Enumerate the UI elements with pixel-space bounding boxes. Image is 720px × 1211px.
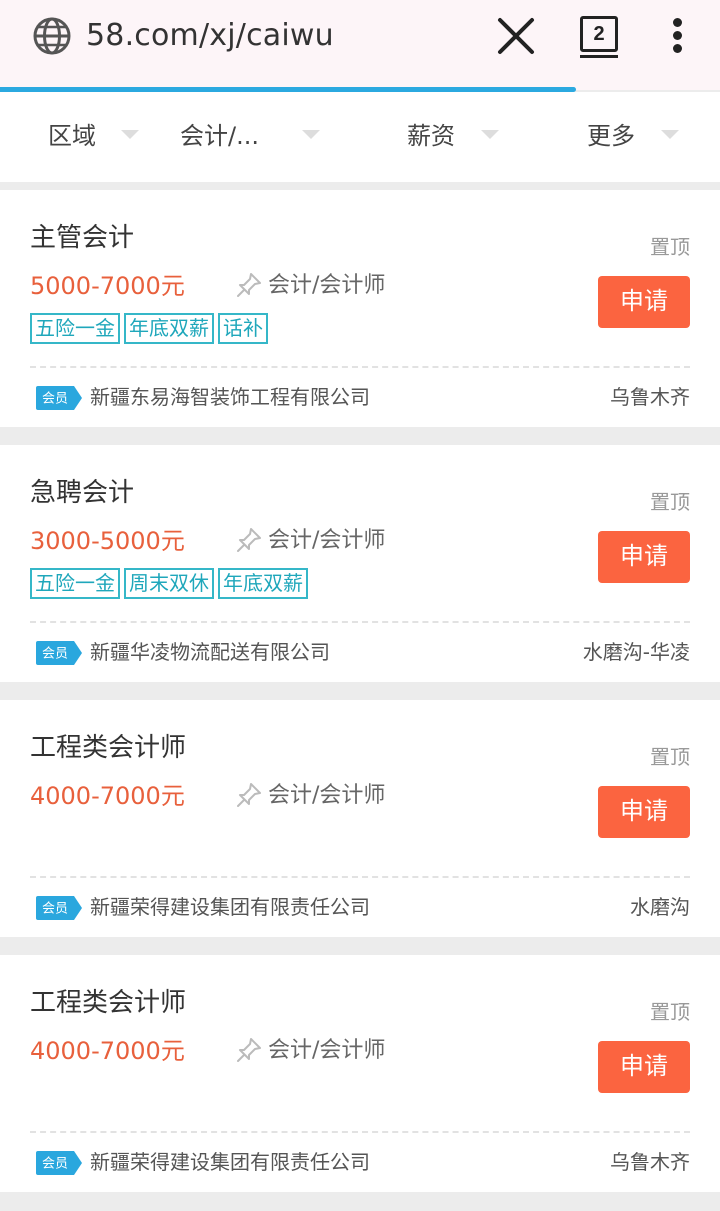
filter-region[interactable]: 区域	[48, 120, 96, 152]
company-name[interactable]: 新疆华凌物流配送有限公司	[90, 637, 330, 667]
pushpin-icon	[237, 783, 261, 807]
benefit-tag: 五险一金	[30, 313, 120, 344]
job-location: 水磨沟-华凌	[582, 640, 690, 664]
benefit-tag: 年底双薪	[124, 313, 214, 344]
job-title[interactable]: 工程类会计师	[30, 985, 186, 1021]
member-badge: 会员	[36, 641, 82, 665]
benefit-tag: 话补	[218, 313, 268, 344]
job-title[interactable]: 工程类会计师	[30, 730, 186, 766]
address-bar[interactable]: 58.com/xj/caiwu	[86, 14, 334, 58]
apply-button[interactable]: 申请	[598, 276, 690, 328]
divider	[30, 876, 690, 878]
job-card[interactable]: 急聘会计 置顶 3000-5000元 会计/会计师 申请 五险一金 周末双休 年底双…	[0, 445, 720, 682]
browser-toolbar: 58.com/xj/caiwu 2	[0, 0, 720, 92]
job-title[interactable]: 急聘会计	[30, 475, 134, 511]
filter-category[interactable]: 会计/...	[180, 120, 259, 152]
job-card[interactable]: 工程类会计师 置顶 4000-7000元 会计/会计师 申请 会员 新疆荣得建设…	[0, 700, 720, 937]
divider	[30, 621, 690, 623]
close-icon[interactable]	[496, 16, 536, 56]
pushpin-icon	[237, 1038, 261, 1062]
company-name[interactable]: 新疆荣得建设集团有限责任公司	[90, 1147, 370, 1177]
filter-salary[interactable]: 薪资	[407, 120, 455, 152]
job-salary: 5000-7000元	[30, 272, 185, 300]
job-card[interactable]: 工程类会计师 置顶 4000-7000元 会计/会计师 申请 会员 新疆荣得建设…	[0, 955, 720, 1192]
job-category: 会计/会计师	[268, 528, 386, 553]
pinned-label: 置顶	[650, 490, 690, 514]
divider	[30, 366, 690, 368]
apply-button[interactable]: 申请	[598, 531, 690, 583]
chevron-down-icon	[481, 130, 499, 139]
job-card[interactable]: 主管会计 置顶 5000-7000元 会计/会计师 申请 五险一金 年底双薪 话补 …	[0, 190, 720, 427]
pushpin-icon	[237, 273, 261, 297]
benefit-tag: 五险一金	[30, 568, 120, 599]
pushpin-icon	[237, 528, 261, 552]
member-badge-text: 会员	[42, 647, 68, 662]
divider	[30, 1131, 690, 1133]
member-badge-text: 会员	[42, 392, 68, 407]
benefit-tag: 周末双休	[124, 568, 214, 599]
filter-more[interactable]: 更多	[587, 120, 635, 152]
job-salary: 4000-7000元	[30, 782, 185, 810]
pinned-label: 置顶	[650, 1000, 690, 1024]
apply-button[interactable]: 申请	[598, 1041, 690, 1093]
chevron-down-icon	[121, 130, 139, 139]
benefit-tags: 五险一金 年底双薪 话补	[30, 313, 272, 345]
job-salary: 3000-5000元	[30, 527, 185, 555]
job-category: 会计/会计师	[268, 273, 386, 298]
company-name[interactable]: 新疆荣得建设集团有限责任公司	[90, 892, 370, 922]
pinned-label: 置顶	[650, 235, 690, 259]
benefit-tags: 五险一金 周末双休 年底双薪	[30, 568, 312, 600]
job-title[interactable]: 主管会计	[30, 220, 134, 256]
job-category: 会计/会计师	[268, 783, 386, 808]
member-badge-text: 会员	[42, 902, 68, 917]
tab-switcher-button[interactable]: 2	[580, 16, 620, 58]
globe-icon	[33, 17, 71, 55]
benefit-tag: 年底双薪	[218, 568, 308, 599]
pinned-label: 置顶	[650, 745, 690, 769]
apply-button[interactable]: 申请	[598, 786, 690, 838]
filter-bar: 区域 会计/... 薪资 更多	[0, 92, 720, 182]
chevron-down-icon	[661, 130, 679, 139]
member-badge-text: 会员	[42, 1157, 68, 1172]
tab-count: 2	[580, 16, 618, 52]
company-name[interactable]: 新疆东易海智装饰工程有限公司	[90, 382, 370, 412]
job-category: 会计/会计师	[268, 1038, 386, 1063]
member-badge: 会员	[36, 896, 82, 920]
chevron-down-icon	[302, 130, 320, 139]
job-salary: 4000-7000元	[30, 1037, 185, 1065]
job-location: 水磨沟	[630, 895, 690, 919]
tab-switcher-underline	[580, 55, 618, 58]
member-badge: 会员	[36, 386, 82, 410]
overflow-menu-icon[interactable]	[670, 16, 686, 56]
job-location: 乌鲁木齐	[610, 1150, 690, 1174]
member-badge: 会员	[36, 1151, 82, 1175]
job-location: 乌鲁木齐	[610, 385, 690, 409]
